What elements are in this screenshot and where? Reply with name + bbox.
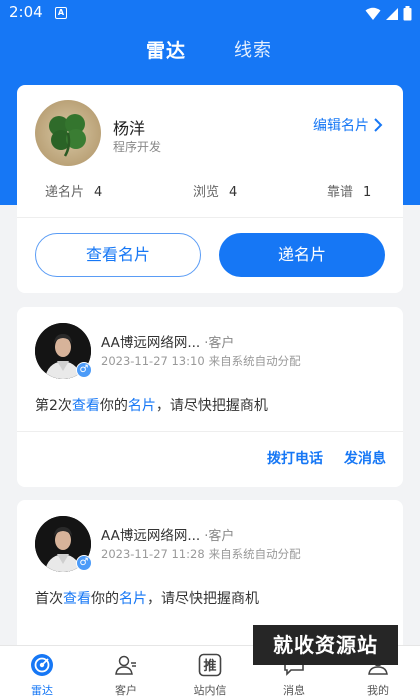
customer-tag: ·客户 bbox=[204, 529, 235, 544]
customer-name-line: AA博远网络网... ·客户 bbox=[101, 524, 234, 544]
profile-title: 程序开发 bbox=[113, 140, 162, 154]
customer-icon bbox=[115, 655, 136, 675]
call-button[interactable]: 拨打电话 bbox=[267, 448, 323, 468]
stat-label: 浏览 bbox=[193, 185, 220, 200]
nav-label: 雷达 bbox=[31, 684, 53, 697]
customer-name: AA博远网络网... bbox=[101, 335, 201, 351]
customer-name: AA博远网络网... bbox=[101, 528, 201, 544]
stat-label: 靠谱 bbox=[327, 185, 354, 200]
message-source: 来自系统自动分配 bbox=[208, 354, 301, 368]
male-icon: ♂ bbox=[76, 362, 92, 378]
view-link[interactable]: 查看 bbox=[63, 591, 91, 607]
stat-label: 递名片 bbox=[45, 185, 85, 200]
send-message-button[interactable]: 发消息 bbox=[344, 448, 386, 468]
divider bbox=[17, 217, 403, 218]
text-part: 你的 bbox=[99, 398, 128, 414]
customer-name-line: AA博远网络网... ·客户 bbox=[101, 331, 234, 351]
profile-name: 杨洋 bbox=[113, 119, 146, 138]
wifi-icon bbox=[365, 7, 381, 20]
message-text: 首次查看你的名片，请尽快把握商机 bbox=[35, 588, 259, 608]
message-time: 2023-11-27 13:10 bbox=[101, 354, 205, 368]
text-part: 你的 bbox=[91, 591, 119, 607]
nav-label: 我的 bbox=[367, 684, 389, 697]
message-text: 第2次查看你的名片，请尽快把握商机 bbox=[35, 395, 268, 415]
view-link[interactable]: 查看 bbox=[72, 398, 100, 414]
stat-value: 4 bbox=[94, 185, 103, 200]
edit-card-label: 编辑名片 bbox=[313, 118, 369, 134]
text-part: ，请尽快把握商机 bbox=[147, 591, 259, 607]
edit-card-link[interactable]: 编辑名片 bbox=[313, 115, 383, 135]
tab-leads[interactable]: 线索 bbox=[234, 36, 272, 62]
message-card[interactable]: ♂ AA博远网络网... ·客户 2023-11-27 13:10 来自系统自动分配… bbox=[17, 307, 403, 487]
signal-icon bbox=[386, 7, 398, 20]
svg-text:推: 推 bbox=[203, 658, 216, 674]
nav-label: 站内信 bbox=[193, 684, 227, 697]
nav-label: 客户 bbox=[115, 684, 137, 697]
profile-stats: 递名片 4 浏览 4 靠谱 1 bbox=[17, 181, 403, 201]
nav-site-mail[interactable]: 推 站内信 bbox=[168, 646, 252, 700]
profile-card: 杨洋 程序开发 编辑名片 递名片 4 浏览 4 靠谱 1 查看名片 递名片 bbox=[17, 85, 403, 293]
chevron-right-icon bbox=[374, 118, 383, 132]
battery-icon bbox=[403, 6, 412, 21]
notification-a-icon: A bbox=[55, 7, 67, 19]
stat-views[interactable]: 浏览 4 bbox=[193, 181, 237, 200]
nav-customer[interactable]: 客户 bbox=[84, 646, 168, 700]
watermark-label: 就收资源站 bbox=[253, 625, 398, 665]
text-part: 第2次 bbox=[35, 398, 72, 414]
send-card-button[interactable]: 递名片 bbox=[219, 233, 385, 277]
tab-radar[interactable]: 雷达 bbox=[146, 36, 186, 63]
top-tabs: 雷达 线索 bbox=[0, 36, 420, 66]
stat-sent-cards[interactable]: 递名片 4 bbox=[45, 181, 102, 200]
nav-radar[interactable]: 雷达 bbox=[0, 646, 84, 700]
status-time: 2:04 bbox=[9, 3, 43, 21]
divider bbox=[17, 431, 403, 432]
customer-tag: ·客户 bbox=[204, 336, 235, 351]
status-icons bbox=[365, 6, 412, 21]
stat-reliable[interactable]: 靠谱 1 bbox=[327, 181, 371, 200]
stat-value: 4 bbox=[229, 185, 238, 200]
message-source: 来自系统自动分配 bbox=[208, 547, 301, 561]
text-part: ，请尽快把握商机 bbox=[155, 398, 268, 414]
view-card-button[interactable]: 查看名片 bbox=[35, 233, 201, 277]
clover-avatar-image bbox=[35, 100, 101, 166]
text-part: 首次 bbox=[35, 591, 63, 607]
card-link[interactable]: 名片 bbox=[128, 398, 156, 414]
status-bar: 2:04 A bbox=[0, 0, 420, 28]
nav-label: 消息 bbox=[283, 684, 305, 697]
radar-icon bbox=[31, 654, 53, 676]
card-link[interactable]: 名片 bbox=[119, 591, 147, 607]
message-meta: 2023-11-27 13:10 来自系统自动分配 bbox=[101, 353, 301, 369]
message-time: 2023-11-27 11:28 bbox=[101, 547, 205, 561]
profile-avatar[interactable] bbox=[35, 100, 101, 166]
message-meta: 2023-11-27 11:28 来自系统自动分配 bbox=[101, 546, 301, 562]
promote-icon: 推 bbox=[198, 653, 222, 677]
male-icon: ♂ bbox=[76, 555, 92, 571]
stat-value: 1 bbox=[363, 185, 372, 200]
